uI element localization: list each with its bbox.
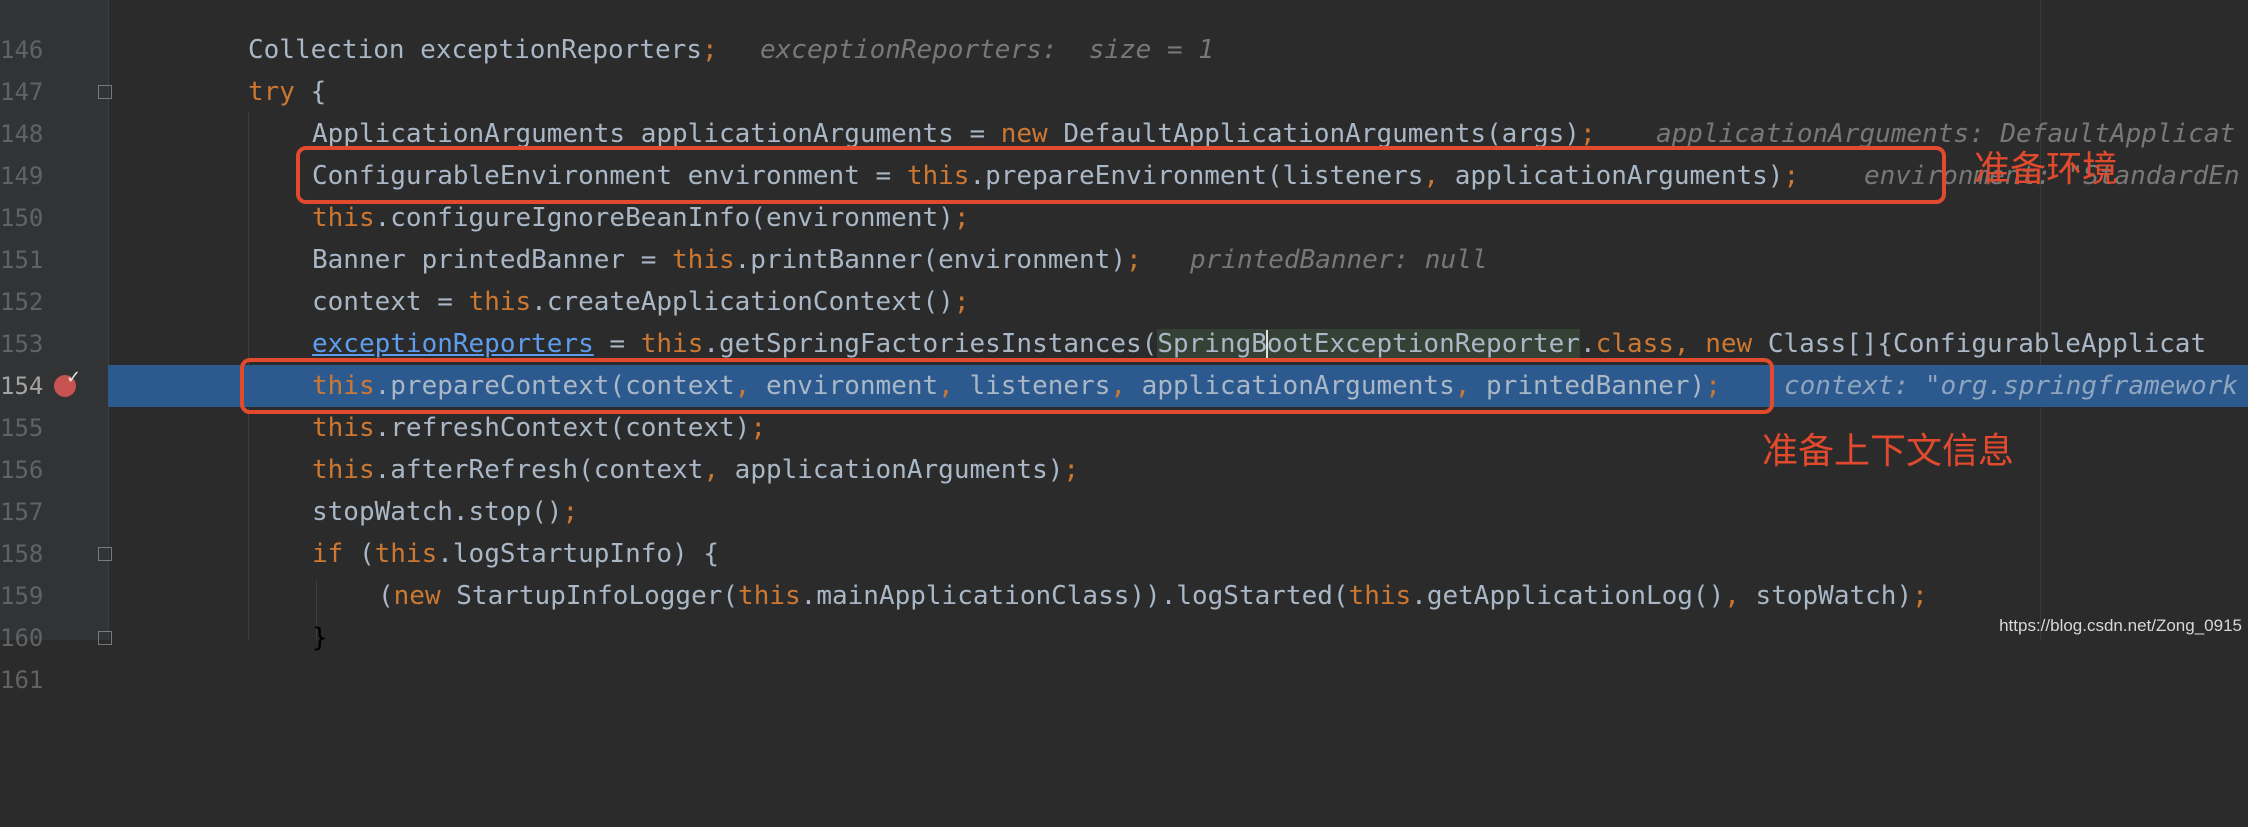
watermark: https://blog.csdn.net/Zong_0915 <box>1999 616 2242 635</box>
code-line[interactable]: 146 <box>0 0 2248 64</box>
code-line[interactable]: 160 (new StartupInfoLogger(this.mainAppl… <box>0 575 2248 652</box>
annotation-box-prepare-environment <box>296 146 1946 204</box>
fold-marker-icon[interactable] <box>98 85 112 99</box>
code-line[interactable]: 152 Banner printedBanner = this.printBan… <box>0 239 2248 316</box>
code-text[interactable]: if (this.logStartupInfo) { <box>312 533 719 575</box>
code-text[interactable]: (new StartupInfoLogger(this.mainApplicat… <box>378 575 1928 617</box>
annotation-label-prepare-context: 准备上下文信息 <box>1762 431 2015 472</box>
code-line[interactable]: 158 stopWatch.stop(); <box>0 491 2248 568</box>
breakpoint-check-icon: ✓ <box>66 367 82 388</box>
annotation-box-prepare-context <box>240 358 1774 414</box>
code-text[interactable]: Collection exceptionReporters; <box>248 29 718 71</box>
inline-debug-hint: printedBanner: null <box>1190 245 1488 275</box>
fold-marker-icon[interactable] <box>98 547 112 561</box>
inline-debug-hint: exceptionReporters: size = 1 <box>760 35 1214 65</box>
annotation-label-prepare-environment: 准备环境 <box>1974 149 2119 190</box>
code-text[interactable]: this.afterRefresh(context, applicationAr… <box>312 449 1079 491</box>
fold-marker-icon[interactable] <box>98 631 112 645</box>
code-text[interactable]: Banner printedBanner = this.printBanner(… <box>312 239 1142 281</box>
code-line[interactable]: 148 try { <box>0 71 2248 148</box>
code-editor[interactable]: 146 147 Collection exceptionReporters; e… <box>0 0 2248 694</box>
code-text[interactable]: try { <box>248 71 326 113</box>
code-line[interactable]: 159 if (this.logStartupInfo) { <box>0 533 2248 610</box>
line-number: 161 <box>0 666 44 694</box>
inline-debug-hint: context: "org.springframework <box>1784 371 2238 401</box>
code-text[interactable]: stopWatch.stop(); <box>312 491 578 533</box>
code-text[interactable]: } <box>312 617 328 659</box>
text-caret <box>1265 329 1268 360</box>
code-line[interactable]: 147 Collection exceptionReporters; excep… <box>0 29 2248 106</box>
code-line[interactable]: 161 } <box>0 617 2248 694</box>
code-text[interactable]: context = this.createApplicationContext(… <box>312 281 969 323</box>
code-line[interactable]: 153 context = this.createApplicationCont… <box>0 281 2248 358</box>
